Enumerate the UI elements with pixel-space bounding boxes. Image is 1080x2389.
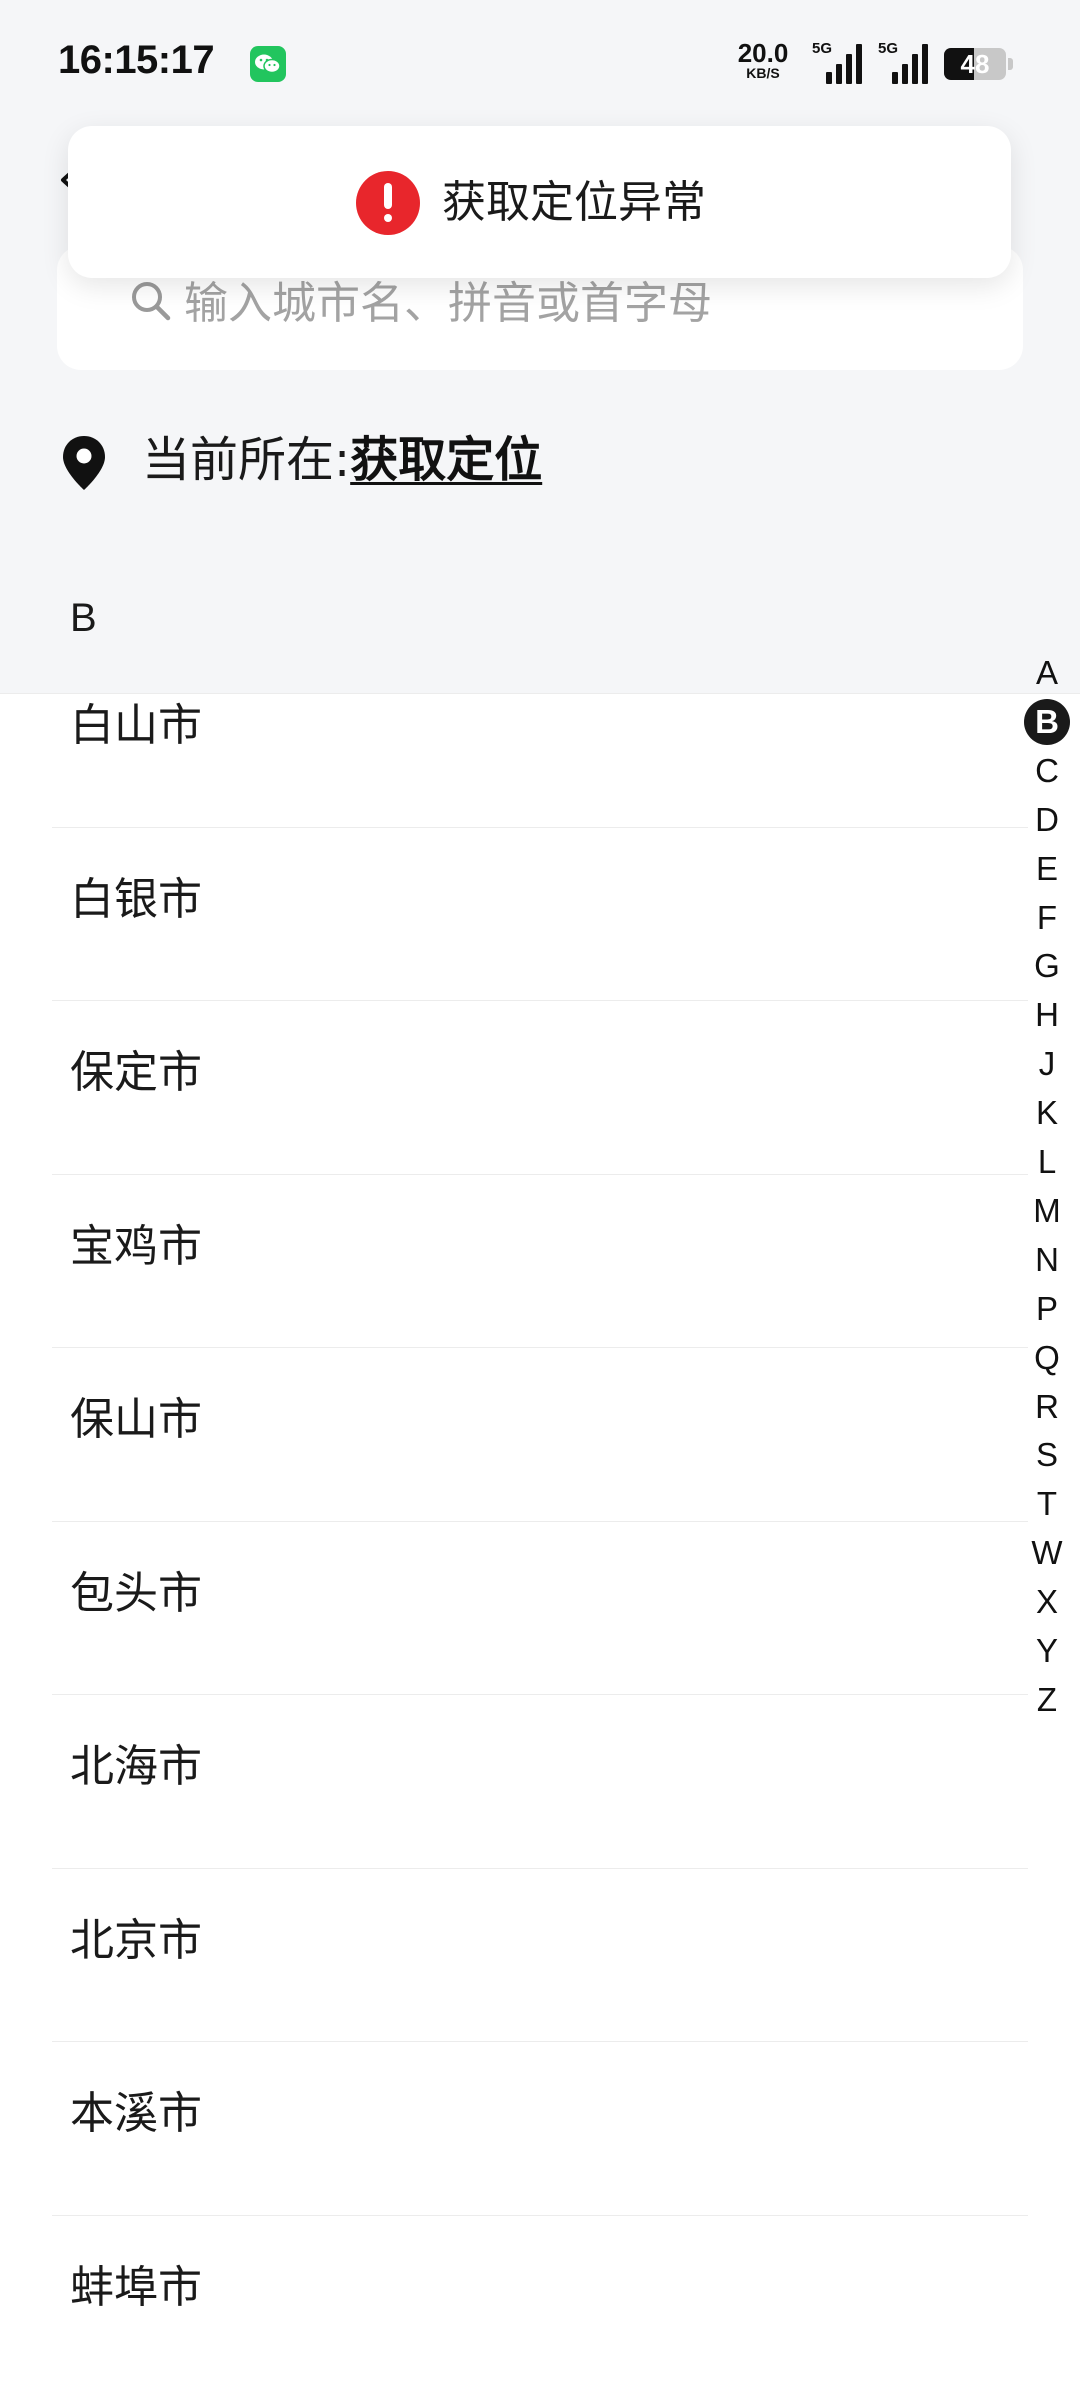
section-header: B bbox=[70, 596, 97, 641]
city-item[interactable]: 北京市 bbox=[0, 1869, 1080, 2043]
city-item[interactable]: 宝鸡市 bbox=[0, 1175, 1080, 1349]
city-item[interactable]: 蚌埠市 bbox=[0, 2216, 1080, 2389]
index-letter-k[interactable]: K bbox=[1020, 1088, 1074, 1137]
wechat-icon bbox=[250, 46, 286, 82]
index-letter-label: Q bbox=[1034, 1339, 1060, 1376]
index-letter-p[interactable]: P bbox=[1020, 1284, 1074, 1333]
get-location-link[interactable]: 获取定位 bbox=[350, 432, 542, 488]
signal-icon: 5G bbox=[812, 40, 864, 84]
city-item[interactable]: 北海市 bbox=[0, 1695, 1080, 1869]
city-name: 蚌埠市 bbox=[70, 2258, 202, 2318]
battery-level: 48 bbox=[944, 48, 1006, 80]
battery-icon: 48 bbox=[944, 48, 1006, 80]
index-letter-n[interactable]: N bbox=[1020, 1235, 1074, 1284]
index-letter-label: T bbox=[1037, 1485, 1057, 1522]
index-letter-g[interactable]: G bbox=[1020, 941, 1074, 990]
index-letter-label: A bbox=[1036, 654, 1058, 691]
city-list: 白山市白银市保定市宝鸡市保山市包头市北海市北京市本溪市蚌埠市 bbox=[0, 693, 1080, 694]
index-letter-label: Z bbox=[1037, 1681, 1057, 1718]
index-letter-label: D bbox=[1035, 801, 1059, 838]
index-letter-e[interactable]: E bbox=[1020, 844, 1074, 893]
network-speed: 20.0 KB/S bbox=[732, 40, 794, 80]
signal-label: 5G bbox=[878, 40, 898, 57]
index-letter-r[interactable]: R bbox=[1020, 1382, 1074, 1431]
current-location-label: 当前所在: bbox=[142, 432, 350, 488]
index-letter-label: P bbox=[1036, 1290, 1058, 1327]
index-letter-label: K bbox=[1036, 1094, 1058, 1131]
index-letter-a[interactable]: A bbox=[1020, 648, 1074, 697]
error-icon bbox=[356, 171, 420, 235]
index-letter-s[interactable]: S bbox=[1020, 1430, 1074, 1479]
index-letter-label: S bbox=[1036, 1436, 1058, 1473]
city-name: 北海市 bbox=[70, 1737, 202, 1797]
index-letter-label: H bbox=[1035, 996, 1059, 1033]
city-item[interactable]: 保定市 bbox=[0, 1001, 1080, 1175]
city-item[interactable]: 白山市 bbox=[0, 654, 1080, 828]
city-name: 保定市 bbox=[70, 1043, 202, 1103]
index-letter-label: B bbox=[1024, 699, 1070, 745]
index-letter-f[interactable]: F bbox=[1020, 893, 1074, 942]
signal-icon: 5G bbox=[878, 40, 930, 84]
city-name: 北京市 bbox=[70, 1911, 202, 1971]
index-letter-label: W bbox=[1031, 1534, 1062, 1571]
status-time: 16:15:17 bbox=[58, 38, 214, 83]
city-name: 保山市 bbox=[70, 1390, 202, 1450]
index-letter-h[interactable]: H bbox=[1020, 990, 1074, 1039]
index-letter-c[interactable]: C bbox=[1020, 746, 1074, 795]
index-letter-b[interactable]: B bbox=[1020, 697, 1074, 746]
index-letter-m[interactable]: M bbox=[1020, 1186, 1074, 1235]
index-letter-label: G bbox=[1034, 947, 1060, 984]
index-letter-w[interactable]: W bbox=[1020, 1528, 1074, 1577]
signal-label: 5G bbox=[812, 40, 832, 57]
index-letter-z[interactable]: Z bbox=[1020, 1675, 1074, 1724]
index-letter-label: L bbox=[1038, 1143, 1056, 1180]
city-name: 白山市 bbox=[70, 696, 202, 756]
city-item[interactable]: 本溪市 bbox=[0, 2042, 1080, 2216]
city-item[interactable]: 包头市 bbox=[0, 1522, 1080, 1696]
index-letter-label: F bbox=[1037, 899, 1057, 936]
current-location: 当前所在:获取定位 bbox=[142, 428, 542, 492]
index-letter-label: M bbox=[1033, 1192, 1061, 1229]
status-bar: 16:15:17 20.0 KB/S 5G 5G 48 bbox=[0, 0, 1080, 128]
index-letter-label: Y bbox=[1036, 1632, 1058, 1669]
city-name: 白银市 bbox=[70, 870, 202, 930]
search-input[interactable] bbox=[184, 268, 964, 338]
index-letter-label: J bbox=[1039, 1045, 1056, 1082]
index-letter-x[interactable]: X bbox=[1020, 1577, 1074, 1626]
index-letter-j[interactable]: J bbox=[1020, 1039, 1074, 1088]
index-letter-label: N bbox=[1035, 1241, 1059, 1278]
index-letter-label: X bbox=[1036, 1583, 1058, 1620]
index-letter-d[interactable]: D bbox=[1020, 795, 1074, 844]
index-letter-label: E bbox=[1036, 850, 1058, 887]
toast-message: 获取定位异常 bbox=[442, 172, 706, 234]
index-letter-t[interactable]: T bbox=[1020, 1479, 1074, 1528]
city-name: 本溪市 bbox=[70, 2084, 202, 2144]
battery-tip bbox=[1008, 58, 1013, 70]
city-item[interactable]: 保山市 bbox=[0, 1348, 1080, 1522]
index-letter-label: R bbox=[1035, 1388, 1059, 1425]
index-letter-q[interactable]: Q bbox=[1020, 1333, 1074, 1382]
location-pin-icon bbox=[60, 434, 108, 492]
city-name: 包头市 bbox=[70, 1564, 202, 1624]
index-letter-label: C bbox=[1035, 752, 1059, 789]
city-item[interactable]: 白银市 bbox=[0, 828, 1080, 1002]
network-speed-unit: KB/S bbox=[732, 66, 794, 80]
city-name: 宝鸡市 bbox=[70, 1217, 202, 1277]
network-speed-value: 20.0 bbox=[732, 40, 794, 66]
index-letter-y[interactable]: Y bbox=[1020, 1626, 1074, 1675]
index-letter-l[interactable]: L bbox=[1020, 1137, 1074, 1186]
search-icon bbox=[130, 280, 172, 322]
